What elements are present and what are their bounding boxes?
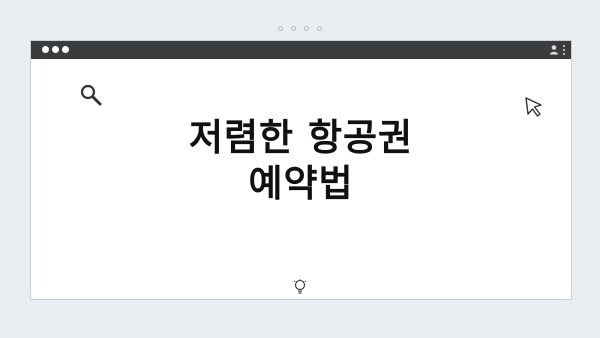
- minimize-window-button[interactable]: [52, 46, 59, 53]
- page-title: 저렴한 항공권 예약법: [31, 115, 571, 207]
- page-dot[interactable]: [304, 26, 309, 31]
- page-dot[interactable]: [317, 26, 322, 31]
- kebab-menu-icon[interactable]: [563, 44, 565, 55]
- title-line: 저렴한 항공권: [188, 116, 414, 159]
- page-dot[interactable]: [278, 26, 283, 31]
- browser-window: 저렴한 항공권 예약법: [30, 40, 572, 300]
- page-dot[interactable]: [291, 26, 296, 31]
- user-icon[interactable]: [549, 44, 559, 55]
- window-controls: [42, 46, 69, 53]
- title-line: 예약법: [248, 162, 354, 205]
- close-window-button[interactable]: [42, 46, 49, 53]
- page-indicator: [0, 26, 600, 31]
- titlebar-actions: [549, 44, 565, 55]
- window-titlebar: [31, 41, 571, 59]
- lightbulb-icon: [293, 279, 307, 294]
- search-icon: [80, 84, 102, 106]
- maximize-window-button[interactable]: [62, 46, 69, 53]
